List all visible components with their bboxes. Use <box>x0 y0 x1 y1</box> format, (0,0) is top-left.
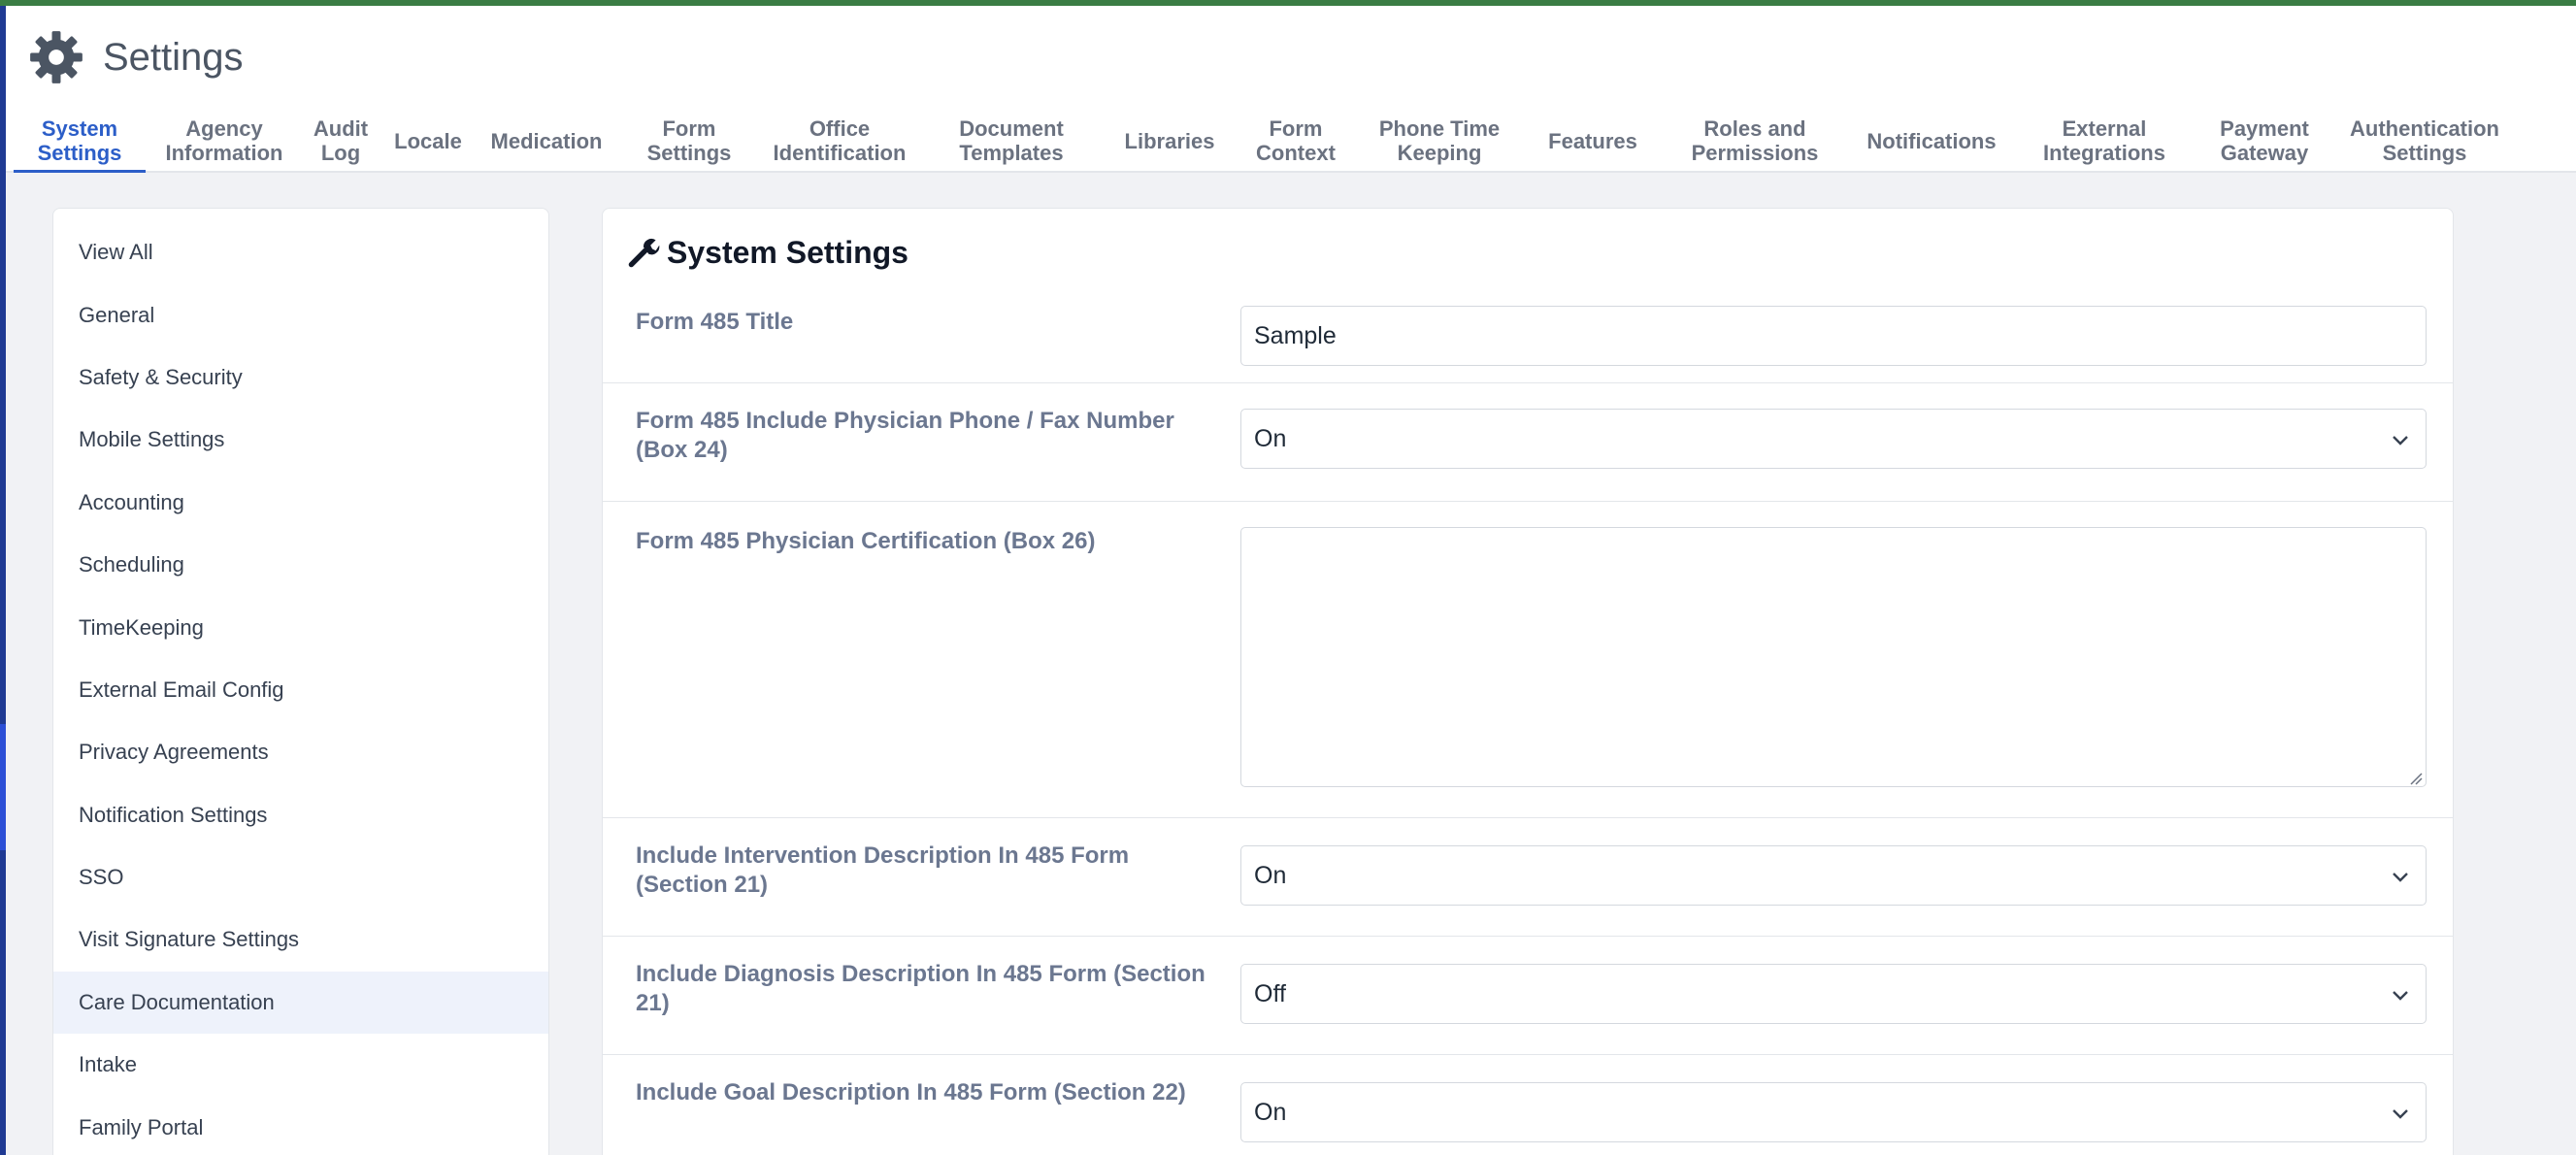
physician-phone-fax-select[interactable]: On <box>1240 409 2427 469</box>
tab-features[interactable]: Features <box>1520 111 1666 171</box>
setting-row-physician-phone-fax: Form 485 Include Physician Phone / Fax N… <box>603 383 2453 502</box>
left-rail <box>0 6 6 1155</box>
wrench-icon <box>628 239 660 268</box>
tab-authentication-settings[interactable]: Authentication Settings <box>2339 111 2510 171</box>
setting-label: Form 485 Physician Certification (Box 26… <box>636 528 1096 554</box>
sidebar-item-external-email-config[interactable]: External Email Config <box>53 659 548 721</box>
physician-certification-textarea[interactable] <box>1240 527 2427 787</box>
setting-row-physician-certification: Form 485 Physician Certification (Box 26… <box>603 502 2453 818</box>
tab-system-settings[interactable]: System Settings <box>14 111 146 173</box>
tab-agency-information[interactable]: Agency Information <box>146 111 303 171</box>
sidebar-item-view-all[interactable]: View All <box>53 221 548 283</box>
sidebar-item-privacy-agreements[interactable]: Privacy Agreements <box>53 721 548 783</box>
sidebar-item-timekeeping[interactable]: TimeKeeping <box>53 596 548 658</box>
tab-form-context[interactable]: Form Context <box>1233 111 1359 171</box>
tab-phone-time-keeping[interactable]: Phone Time Keeping <box>1359 111 1520 171</box>
select-value: On <box>1254 1098 1287 1126</box>
chevron-down-icon <box>2393 991 2408 1001</box>
select-value: On <box>1254 861 1287 889</box>
setting-row-form-485-title: Form 485 Title <box>603 296 2453 383</box>
settings-header: Settings System Settings Agency Informat… <box>6 6 2576 173</box>
setting-label: Include Goal Description In 485 Form (Se… <box>636 1079 1186 1106</box>
setting-label: Include Diagnosis Description In 485 For… <box>636 961 1205 1016</box>
section-title-row: System Settings <box>626 228 908 277</box>
sidebar-item-scheduling[interactable]: Scheduling <box>53 534 548 596</box>
tab-locale[interactable]: Locale <box>379 111 478 171</box>
setting-row-goal-description: Include Goal Description In 485 Form (Se… <box>603 1055 2453 1155</box>
settings-sidebar: View All General Safety & Security Mobil… <box>52 208 549 1155</box>
sidebar-item-accounting[interactable]: Accounting <box>53 472 548 534</box>
goal-description-select[interactable]: On <box>1240 1082 2427 1142</box>
settings-tabs: System Settings Agency Information Audit… <box>14 111 2510 173</box>
sidebar-item-safety-security[interactable]: Safety & Security <box>53 346 548 409</box>
sidebar-item-family-portal[interactable]: Family Portal <box>53 1096 548 1155</box>
tab-office-identification[interactable]: Office Identification <box>763 111 916 171</box>
chevron-down-icon <box>2393 436 2408 446</box>
tab-libraries[interactable]: Libraries <box>1106 111 1233 171</box>
setting-label: Form 485 Include Physician Phone / Fax N… <box>636 408 1174 463</box>
sidebar-item-intake[interactable]: Intake <box>53 1034 548 1096</box>
tab-notifications[interactable]: Notifications <box>1844 111 2019 171</box>
tab-external-integrations[interactable]: External Integrations <box>2019 111 2190 171</box>
sidebar-item-sso[interactable]: SSO <box>53 846 548 908</box>
setting-row-intervention-description: Include Intervention Description In 485 … <box>603 818 2453 937</box>
intervention-description-select[interactable]: On <box>1240 845 2427 906</box>
chevron-down-icon <box>2393 1109 2408 1119</box>
left-rail-highlight <box>0 724 6 850</box>
sidebar-item-care-documentation[interactable]: Care Documentation <box>53 971 548 1035</box>
tab-form-settings[interactable]: Form Settings <box>615 111 763 171</box>
setting-label: Include Intervention Description In 485 … <box>636 842 1130 898</box>
setting-row-diagnosis-description: Include Diagnosis Description In 485 For… <box>603 937 2453 1055</box>
select-value: On <box>1254 424 1287 452</box>
resize-grip-icon[interactable] <box>2409 772 2423 785</box>
tab-roles-and-permissions[interactable]: Roles and Permissions <box>1666 111 1844 171</box>
tab-medication[interactable]: Medication <box>478 111 615 171</box>
sidebar-item-notification-settings[interactable]: Notification Settings <box>53 784 548 846</box>
tab-audit-log[interactable]: Audit Log <box>303 111 379 171</box>
tab-payment-gateway[interactable]: Payment Gateway <box>2190 111 2339 171</box>
sidebar-item-general[interactable]: General <box>53 283 548 346</box>
chevron-down-icon <box>2393 873 2408 882</box>
tab-document-templates[interactable]: Document Templates <box>916 111 1106 171</box>
gear-icon <box>30 31 83 83</box>
system-settings-panel: System Settings Form 485 Title Form 485 … <box>602 208 2454 1155</box>
sidebar-item-mobile-settings[interactable]: Mobile Settings <box>53 409 548 471</box>
select-value: Off <box>1254 979 1286 1007</box>
diagnosis-description-select[interactable]: Off <box>1240 964 2427 1024</box>
sidebar-item-visit-signature-settings[interactable]: Visit Signature Settings <box>53 908 548 971</box>
form-485-title-input[interactable] <box>1240 306 2427 366</box>
setting-label: Form 485 Title <box>636 309 794 335</box>
page-title-row: Settings <box>29 23 244 91</box>
section-title: System Settings <box>667 234 908 270</box>
page-title: Settings <box>103 35 244 79</box>
